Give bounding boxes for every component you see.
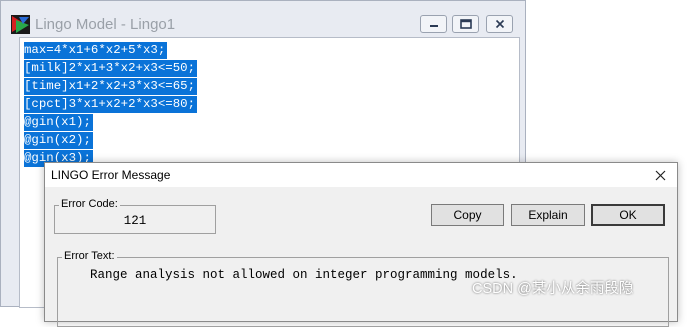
- maximize-icon: [459, 19, 472, 29]
- watermark: CSDN @某小从余雨段隐: [472, 281, 634, 297]
- close-icon: [495, 19, 504, 29]
- explain-button[interactable]: Explain: [511, 204, 585, 226]
- ok-button[interactable]: OK: [591, 204, 665, 226]
- code-line[interactable]: [cpct]3*x1+x2+2*x3<=80;: [24, 96, 198, 113]
- code-line[interactable]: @gin(x1);: [24, 114, 93, 131]
- error-text-label: Error Text:: [62, 250, 117, 262]
- dialog-close-button[interactable]: [649, 166, 671, 184]
- close-icon: [655, 170, 665, 180]
- model-window-titlebar[interactable]: Lingo Model - Lingo1: [1, 1, 525, 37]
- error-code-value: 121: [123, 214, 147, 228]
- code-line[interactable]: [milk]2*x1+3*x2+x3<=50;: [24, 60, 198, 77]
- error-code-label: Error Code:: [59, 198, 120, 210]
- code-line[interactable]: max=4*x1+6*x2+5*x3;: [24, 42, 168, 59]
- minimize-button[interactable]: [420, 15, 447, 33]
- error-dialog-titlebar[interactable]: LINGO Error Message: [45, 163, 677, 187]
- error-code-group: Error Code: 121: [54, 198, 216, 234]
- code-line[interactable]: [time]x1+2*x2+3*x3<=65;: [24, 78, 198, 95]
- maximize-button[interactable]: [452, 15, 479, 33]
- error-dialog: LINGO Error Message Error Code: 121 Copy…: [44, 162, 678, 327]
- minimize-icon: [429, 25, 438, 27]
- error-dialog-title: LINGO Error Message: [51, 168, 171, 182]
- copy-button[interactable]: Copy: [431, 204, 504, 226]
- close-button[interactable]: [486, 15, 513, 33]
- lingo-app-icon: [11, 15, 30, 34]
- model-window-title: Lingo Model - Lingo1: [35, 16, 176, 33]
- code-line[interactable]: @gin(x2);: [24, 132, 93, 149]
- error-text-value: Range analysis not allowed on integer pr…: [90, 268, 518, 282]
